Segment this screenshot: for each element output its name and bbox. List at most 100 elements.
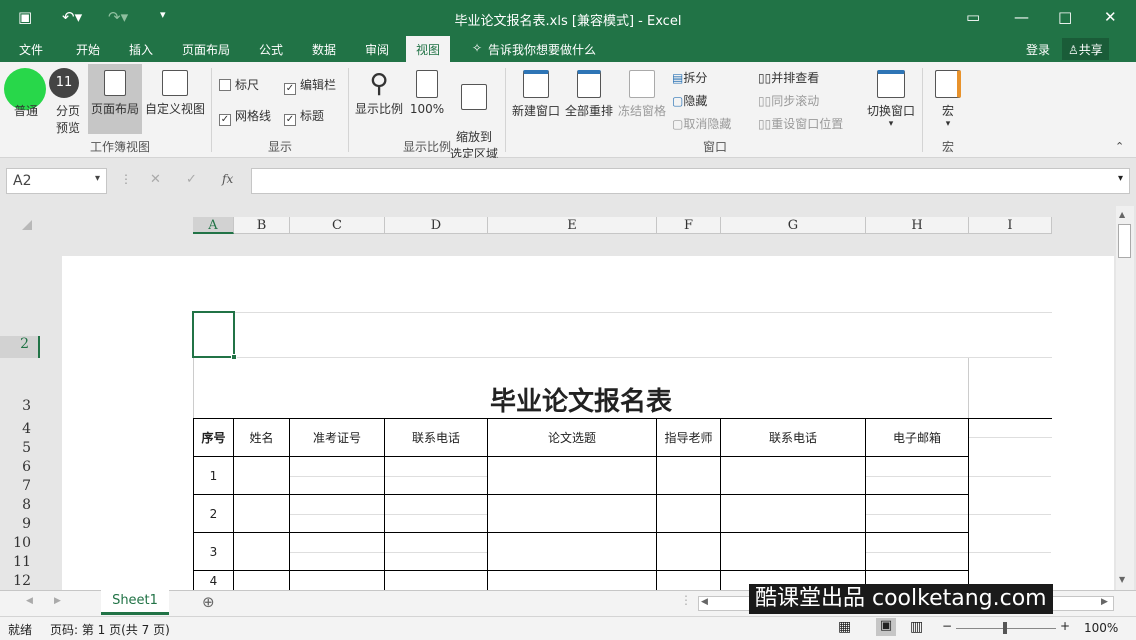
table-cell[interactable] <box>657 571 721 590</box>
row-header-3[interactable]: 3 <box>0 398 40 414</box>
header-cell-seq[interactable]: 序号 <box>193 419 234 457</box>
column-header-i[interactable]: I <box>969 217 1052 234</box>
formula-input[interactable]: ▾ <box>251 168 1130 194</box>
cancel-icon[interactable]: ✕ <box>150 172 161 187</box>
ruler-checkbox[interactable]: 标尺 <box>219 76 259 93</box>
insert-function-icon[interactable]: fx <box>222 172 233 186</box>
zoom-button[interactable]: ⚲ 显示比例 <box>352 68 406 117</box>
collapse-ribbon-icon[interactable]: ⌃ <box>1115 140 1124 153</box>
row-header-4[interactable]: 4 <box>0 421 40 437</box>
selected-cell-a2[interactable] <box>192 311 235 358</box>
column-header-h[interactable]: H <box>866 217 969 234</box>
arrange-all-button[interactable]: 全部重排 <box>564 70 614 119</box>
enter-icon[interactable]: ✓ <box>186 172 197 187</box>
row-header-5[interactable]: 5 <box>0 440 40 456</box>
header-cell-email[interactable]: 电子邮箱 <box>866 419 969 457</box>
maximize-icon[interactable]: □ <box>1058 8 1072 26</box>
column-header-g[interactable]: G <box>721 217 866 234</box>
header-cell-name[interactable]: 姓名 <box>234 419 290 457</box>
column-header-b[interactable]: B <box>234 217 290 234</box>
add-sheet-icon[interactable]: ⊕ <box>202 593 215 611</box>
header-cell-topic[interactable]: 论文选题 <box>488 419 657 457</box>
switch-windows-button[interactable]: 切换窗口 ▾ <box>864 70 918 129</box>
tab-formulas[interactable]: 公式 <box>259 41 283 58</box>
ribbon-display-icon[interactable]: ▭ <box>966 8 980 26</box>
column-header-a[interactable]: A <box>193 217 234 234</box>
page-break-view-icon[interactable]: ▥ <box>910 619 923 635</box>
row-header-2[interactable]: 2 <box>0 336 40 358</box>
split-button[interactable]: ▤拆分 <box>672 69 707 86</box>
table-cell[interactable] <box>234 457 290 495</box>
tab-file[interactable]: 文件 <box>19 41 43 58</box>
table-cell[interactable] <box>234 533 290 571</box>
chevron-down-icon[interactable]: ▾ <box>95 173 100 184</box>
zoom-in-icon[interactable]: + <box>1060 619 1070 633</box>
table-cell[interactable] <box>488 495 657 533</box>
table-cell[interactable] <box>385 571 488 590</box>
gridlines-checkbox[interactable]: ✓ 网格线 <box>219 107 271 126</box>
zoom-100-button[interactable]: 100% <box>408 70 446 116</box>
tab-data[interactable]: 数据 <box>312 41 336 58</box>
row-number-cell[interactable]: 2 <box>193 495 234 533</box>
select-all-corner[interactable] <box>22 220 32 230</box>
sheet-title[interactable]: 毕业论文报名表 <box>193 358 969 419</box>
vertical-scrollbar[interactable]: ▲ ▼ <box>1116 206 1134 590</box>
minimize-icon[interactable]: — <box>1014 8 1029 26</box>
row-header-6[interactable]: 6 <box>0 459 40 475</box>
column-header-d[interactable]: D <box>385 217 488 234</box>
view-side-by-side-button[interactable]: ▯▯并排查看 <box>758 69 819 86</box>
table-cell[interactable] <box>657 457 721 495</box>
row-header-8[interactable]: 8 <box>0 497 40 513</box>
tab-insert[interactable]: 插入 <box>129 41 153 58</box>
hide-button[interactable]: ▢隐藏 <box>672 92 707 109</box>
unhide-button[interactable]: ▢取消隐藏 <box>672 115 731 132</box>
table-cell[interactable] <box>488 533 657 571</box>
macros-button[interactable]: 宏 ▾ <box>928 70 968 129</box>
table-cell[interactable] <box>488 571 657 590</box>
sign-in-link[interactable]: 登录 <box>1026 41 1050 58</box>
headings-checkbox[interactable]: ✓ 标题 <box>284 107 324 126</box>
row-number-cell[interactable]: 3 <box>193 533 234 571</box>
sync-scrolling-button[interactable]: ▯▯同步滚动 <box>758 92 819 109</box>
close-icon[interactable]: ✕ <box>1104 8 1117 26</box>
table-cell[interactable] <box>488 457 657 495</box>
chevron-down-icon[interactable]: ▾ <box>1118 173 1123 184</box>
row-header-11[interactable]: 11 <box>0 554 40 570</box>
table-cell[interactable] <box>657 533 721 571</box>
header-cell-advisor[interactable]: 指导老师 <box>657 419 721 457</box>
table-cell[interactable] <box>290 571 385 590</box>
table-cell[interactable] <box>234 571 290 590</box>
tell-me-box[interactable]: 告诉我你想要做什么 <box>488 41 596 58</box>
share-button[interactable]: ♙共享 <box>1062 38 1109 60</box>
custom-views-button[interactable]: 自定义视图 <box>144 70 206 117</box>
table-cell[interactable] <box>721 533 866 571</box>
column-header-e[interactable]: E <box>488 217 657 234</box>
normal-view-button[interactable]: 普通 <box>6 102 46 119</box>
name-box[interactable]: A2 ▾ <box>6 168 107 194</box>
table-cell[interactable] <box>721 457 866 495</box>
tab-page-layout[interactable]: 页面布局 <box>182 41 230 58</box>
scroll-up-icon[interactable]: ▲ <box>1119 210 1125 219</box>
row-number-cell[interactable]: 1 <box>193 457 234 495</box>
zoom-out-icon[interactable]: − <box>942 619 952 633</box>
new-window-button[interactable]: 新建窗口 <box>509 70 563 119</box>
next-sheet-icon[interactable]: ▶ <box>54 596 61 606</box>
prev-sheet-icon[interactable]: ◀ <box>26 596 33 606</box>
zoom-slider-thumb[interactable] <box>1003 622 1007 634</box>
table-cell[interactable] <box>234 495 290 533</box>
header-cell-phone-2[interactable]: 联系电话 <box>721 419 866 457</box>
table-cell[interactable] <box>721 495 866 533</box>
normal-view-icon[interactable]: ▦ <box>838 619 851 635</box>
header-cell-exam-id[interactable]: 准考证号 <box>290 419 385 457</box>
tab-review[interactable]: 审阅 <box>365 41 389 58</box>
tab-view[interactable]: 视图 <box>406 36 451 62</box>
scroll-down-icon[interactable]: ▼ <box>1119 575 1125 584</box>
page-layout-view-button[interactable]: 页面布局 <box>88 64 142 134</box>
row-header-7[interactable]: 7 <box>0 478 40 494</box>
scroll-left-icon[interactable]: ◀ <box>701 597 708 607</box>
header-cell-phone[interactable]: 联系电话 <box>385 419 488 457</box>
freeze-panes-button[interactable]: 冻结窗格 <box>616 70 668 119</box>
table-cell[interactable] <box>657 495 721 533</box>
reset-window-position-button[interactable]: ▯▯重设窗口位置 <box>758 115 843 132</box>
zoom-level[interactable]: 100% <box>1084 621 1118 635</box>
